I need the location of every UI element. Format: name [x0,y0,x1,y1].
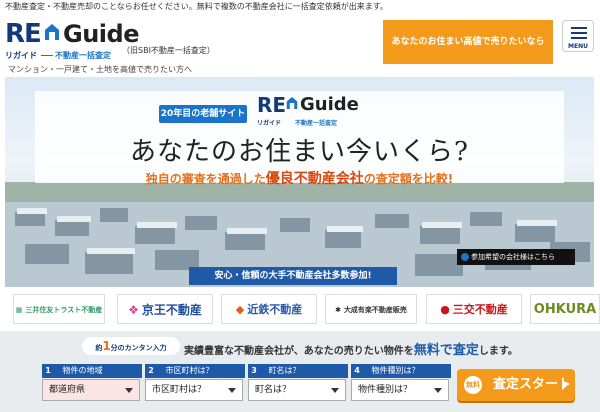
brand-name: OHKURA [533,302,597,317]
hero-subhead: 独自の審査を通過した優良不動産会社の査定額を比較! [5,168,594,188]
city-select[interactable]: 市区町村は？ [145,379,243,401]
hero-logo-re: RE [257,93,287,117]
hero-logo-kana: リガイド [257,120,282,127]
property-type-value: 物件種別は？ [358,385,413,395]
hero-headline: あなたのお住まい今いくら? [130,137,469,167]
assessment-form: 約1分のカンタン入力 実績豊富な不動産会社が、あなたの売りたい物件を無料で査定し… [0,331,600,412]
step-number: 2 [148,366,154,375]
step-label-town: 3 町名は？ [248,364,348,378]
brand-name: 三交不動産 [452,303,508,316]
hero-logo-subtitle: 不動産一括査定 [295,120,338,127]
prefecture-select[interactable]: 都道府県 [42,379,140,401]
brand-logo: ◆ 近鉄不動産 [221,294,317,324]
partner-logos: ▦ 三井住友トラスト不動産 ❖ 京王不動産 ◆ 近鉄不動産 ✱ 大成有楽不動産販売 ● 三… [0,293,600,327]
property-type-select[interactable]: 物件種別は？ [351,379,449,401]
lead-pre: 実績豊富な不動産会社が、あなたの売りたい物件を [184,346,414,357]
town-value: 町名は？ [255,385,292,395]
menu-icon-bar [571,27,587,29]
site-logo[interactable]: RE Guide リガイド 不動産一括査定 [5,19,139,63]
chevron-down-icon [331,388,339,393]
subhead-emphasis: 優良不動産会社 [265,171,364,187]
step-text: 物件の地域 [62,366,103,375]
menu-button[interactable]: MENU [562,20,594,52]
chevron-down-icon [125,388,133,393]
brand-logo: ● 三交不動産 [426,294,522,324]
step-text: 市区町村は？ [165,366,214,375]
form-lead: 実績豊富な不動産会社が、あなたの売りたい物件を無料で査定します。 [184,339,518,358]
start-assessment-button[interactable]: 無料 査定スタート [457,369,575,401]
quick-input-badge: 約1分のカンタン入力 [82,337,180,355]
menu-icon-bar [571,37,587,39]
free-badge: 無料 [464,376,482,394]
bullet-icon [461,253,469,261]
header-cta-button[interactable]: あなたのお住まい高値で売りたいなら [383,20,553,64]
step-label-region: 1 物件の地域 [42,364,142,378]
house-icon [45,24,59,40]
brand-logo: OHKURA [530,294,600,324]
hero-logo: RE Guide リガイド 不動産一括査定 [257,93,359,129]
logo-subtitle: 不動産一括査定 [55,51,111,60]
menu-icon-bar [571,32,587,34]
intro-post: 分のカンタン入力 [110,344,167,352]
city-value: 市区町村は？ [152,385,207,395]
prefecture-value: 都道府県 [49,385,86,395]
hero-banner: 20年目の老舗サイト RE Guide リガイド 不動産一括査定 あなたのお住ま… [5,77,594,287]
arrow-right-icon [562,380,568,390]
page-tagline: マンション・一戸建て・土地を高値で売りたい方へ [8,65,192,74]
brand-name: 京王不動産 [141,303,202,317]
submit-label: 査定スタート [493,377,572,392]
brand-mark-icon: ▦ [15,306,23,314]
logo-divider [41,55,53,56]
step-label-city: 2 市区町村は？ [145,364,245,378]
trust-banner: 安心・信頼の大手不動産会社多数参加! [189,267,397,285]
chevron-down-icon [434,388,442,393]
brand-logo: ▦ 三井住友トラスト不動産 [13,294,105,324]
subhead-post: の査定額を比較! [363,172,454,186]
step-text: 町名は？ [268,366,301,375]
step-number: 3 [251,366,257,375]
intro-num: 1 [102,339,111,353]
brand-mark-icon: ◆ [235,303,245,316]
brand-mark-icon: ✱ [335,306,341,314]
partner-recruit-link[interactable]: 参加希望の会社様はこちら [457,249,575,265]
house-icon [286,97,298,109]
step-text: 物件種別は？ [371,366,420,375]
step-label-type: 4 物件種別は？ [351,364,451,378]
logo-re-text: RE [5,19,42,49]
brand-mark-icon: ❖ [128,303,139,317]
lead-post: します。 [478,346,518,357]
chevron-down-icon [228,388,236,393]
years-badge: 20年目の老舗サイト [159,105,247,123]
brand-logo: ✱ 大成有楽不動産販売 [325,294,417,324]
brand-name: 近鉄不動産 [247,303,303,316]
lead-free: 無料で査定 [413,343,479,358]
step-number: 4 [354,366,360,375]
partner-recruit-label: 参加希望の会社様はこちら [471,253,555,261]
top-note: 不動産査定・不動産売却のことならお任せください。無料で複数の不動産会社に一括査定… [5,2,388,11]
menu-label: MENU [568,43,588,50]
brand-name: 三井住友トラスト不動産 [25,306,103,314]
step-number: 1 [45,366,51,375]
subhead-pre: 独自の審査を通過した [145,172,266,186]
brand-name: 大成有楽不動産販売 [343,306,407,314]
logo-kana: リガイド [5,51,37,60]
town-select[interactable]: 町名は？ [248,379,346,401]
brand-mark-icon: ● [440,303,450,316]
hero-logo-guide: Guide [300,94,359,115]
brand-logo: ❖ 京王不動産 [117,294,213,324]
former-name: （旧SBI不動産一括査定） [122,46,215,55]
